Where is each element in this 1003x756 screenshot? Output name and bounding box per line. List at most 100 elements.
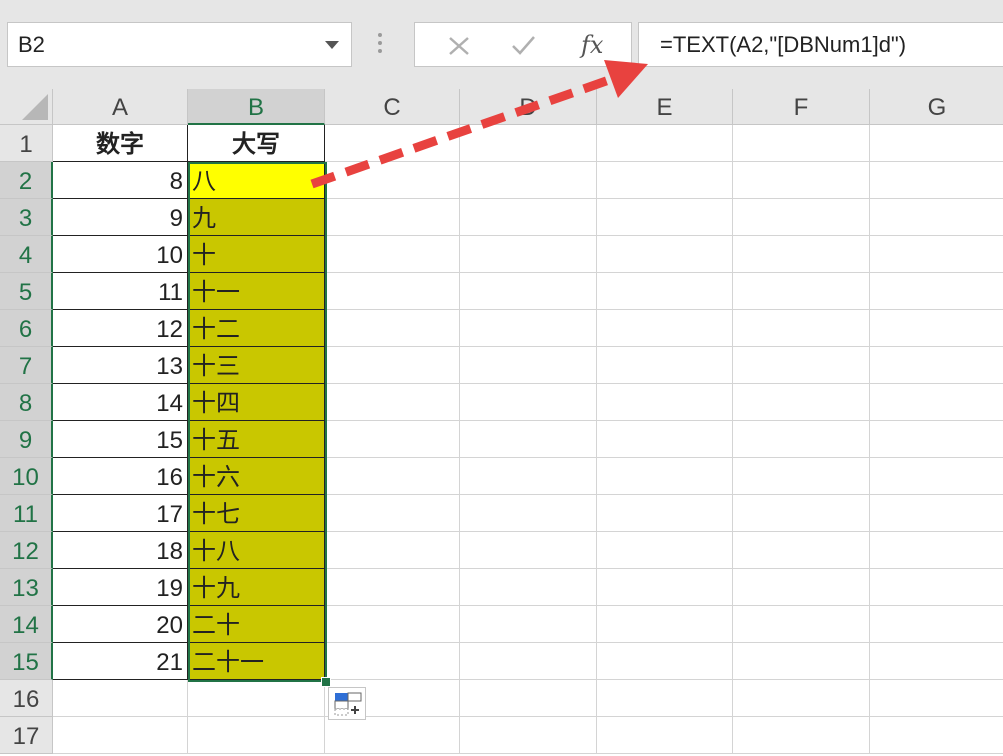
- cell-g4[interactable]: [870, 236, 1003, 273]
- cell-c9[interactable]: [325, 421, 460, 458]
- cell-e8[interactable]: [597, 384, 733, 421]
- cell-a14[interactable]: 20: [53, 606, 188, 643]
- row-header-4[interactable]: 4: [0, 236, 53, 273]
- cell-g14[interactable]: [870, 606, 1003, 643]
- cell-a10[interactable]: 16: [53, 458, 188, 495]
- row-header-2[interactable]: 2: [0, 162, 53, 199]
- cell-b1[interactable]: 大写: [188, 125, 325, 162]
- cell-e12[interactable]: [597, 532, 733, 569]
- column-header-g[interactable]: G: [870, 89, 1003, 125]
- cell-c10[interactable]: [325, 458, 460, 495]
- cell-c4[interactable]: [325, 236, 460, 273]
- cell-f7[interactable]: [733, 347, 870, 384]
- drag-handle-icon[interactable]: [378, 33, 384, 57]
- cell-c13[interactable]: [325, 569, 460, 606]
- row-header-12[interactable]: 12: [0, 532, 53, 569]
- column-header-b[interactable]: B: [188, 89, 325, 125]
- cell-a2[interactable]: 8: [53, 162, 188, 199]
- cell-d4[interactable]: [460, 236, 597, 273]
- cell-a15[interactable]: 21: [53, 643, 188, 680]
- cell-e4[interactable]: [597, 236, 733, 273]
- chevron-down-icon[interactable]: [325, 41, 339, 49]
- column-header-f[interactable]: F: [733, 89, 870, 125]
- row-header-17[interactable]: 17: [0, 717, 53, 754]
- cell-d16[interactable]: [460, 680, 597, 717]
- cell-c15[interactable]: [325, 643, 460, 680]
- cell-d6[interactable]: [460, 310, 597, 347]
- fill-handle[interactable]: [321, 677, 331, 687]
- cell-g3[interactable]: [870, 199, 1003, 236]
- cell-c2[interactable]: [325, 162, 460, 199]
- cell-d15[interactable]: [460, 643, 597, 680]
- cell-d12[interactable]: [460, 532, 597, 569]
- cell-c11[interactable]: [325, 495, 460, 532]
- cell-g2[interactable]: [870, 162, 1003, 199]
- row-header-5[interactable]: 5: [0, 273, 53, 310]
- cell-e17[interactable]: [597, 717, 733, 754]
- cell-a3[interactable]: 9: [53, 199, 188, 236]
- cell-e14[interactable]: [597, 606, 733, 643]
- name-box[interactable]: B2: [7, 22, 352, 67]
- cell-e16[interactable]: [597, 680, 733, 717]
- cell-f5[interactable]: [733, 273, 870, 310]
- cell-f6[interactable]: [733, 310, 870, 347]
- cell-e10[interactable]: [597, 458, 733, 495]
- cell-f1[interactable]: [733, 125, 870, 162]
- cell-a4[interactable]: 10: [53, 236, 188, 273]
- cell-f4[interactable]: [733, 236, 870, 273]
- cell-e3[interactable]: [597, 199, 733, 236]
- column-header-a[interactable]: A: [53, 89, 188, 125]
- cell-f15[interactable]: [733, 643, 870, 680]
- row-header-1[interactable]: 1: [0, 125, 53, 162]
- cell-e2[interactable]: [597, 162, 733, 199]
- row-header-9[interactable]: 9: [0, 421, 53, 458]
- cell-g16[interactable]: [870, 680, 1003, 717]
- cell-g7[interactable]: [870, 347, 1003, 384]
- row-header-3[interactable]: 3: [0, 199, 53, 236]
- cell-g1[interactable]: [870, 125, 1003, 162]
- cell-f13[interactable]: [733, 569, 870, 606]
- cell-e1[interactable]: [597, 125, 733, 162]
- cell-g15[interactable]: [870, 643, 1003, 680]
- column-header-d[interactable]: D: [460, 89, 597, 125]
- cell-f14[interactable]: [733, 606, 870, 643]
- cell-d5[interactable]: [460, 273, 597, 310]
- cell-a9[interactable]: 15: [53, 421, 188, 458]
- cell-c5[interactable]: [325, 273, 460, 310]
- fx-icon[interactable]: fx: [567, 23, 627, 66]
- cell-a13[interactable]: 19: [53, 569, 188, 606]
- cell-d14[interactable]: [460, 606, 597, 643]
- check-icon[interactable]: [493, 23, 553, 66]
- cell-f3[interactable]: [733, 199, 870, 236]
- column-header-c[interactable]: C: [325, 89, 460, 125]
- row-header-11[interactable]: 11: [0, 495, 53, 532]
- cell-e11[interactable]: [597, 495, 733, 532]
- cell-d17[interactable]: [460, 717, 597, 754]
- cell-g10[interactable]: [870, 458, 1003, 495]
- cell-f2[interactable]: [733, 162, 870, 199]
- cell-f9[interactable]: [733, 421, 870, 458]
- row-header-8[interactable]: 8: [0, 384, 53, 421]
- cell-a7[interactable]: 13: [53, 347, 188, 384]
- cell-d7[interactable]: [460, 347, 597, 384]
- cell-c3[interactable]: [325, 199, 460, 236]
- cell-c8[interactable]: [325, 384, 460, 421]
- cell-g17[interactable]: [870, 717, 1003, 754]
- cell-d11[interactable]: [460, 495, 597, 532]
- cell-c17[interactable]: [325, 717, 460, 754]
- row-header-15[interactable]: 15: [0, 643, 53, 680]
- cell-a12[interactable]: 18: [53, 532, 188, 569]
- cell-f16[interactable]: [733, 680, 870, 717]
- cell-d9[interactable]: [460, 421, 597, 458]
- cell-a1[interactable]: 数字: [53, 125, 188, 162]
- cell-a5[interactable]: 11: [53, 273, 188, 310]
- cell-c1[interactable]: [325, 125, 460, 162]
- cell-b17[interactable]: [188, 717, 325, 754]
- cell-c7[interactable]: [325, 347, 460, 384]
- cell-d10[interactable]: [460, 458, 597, 495]
- cell-f12[interactable]: [733, 532, 870, 569]
- cell-a8[interactable]: 14: [53, 384, 188, 421]
- cell-a17[interactable]: [53, 717, 188, 754]
- cell-d3[interactable]: [460, 199, 597, 236]
- cell-f11[interactable]: [733, 495, 870, 532]
